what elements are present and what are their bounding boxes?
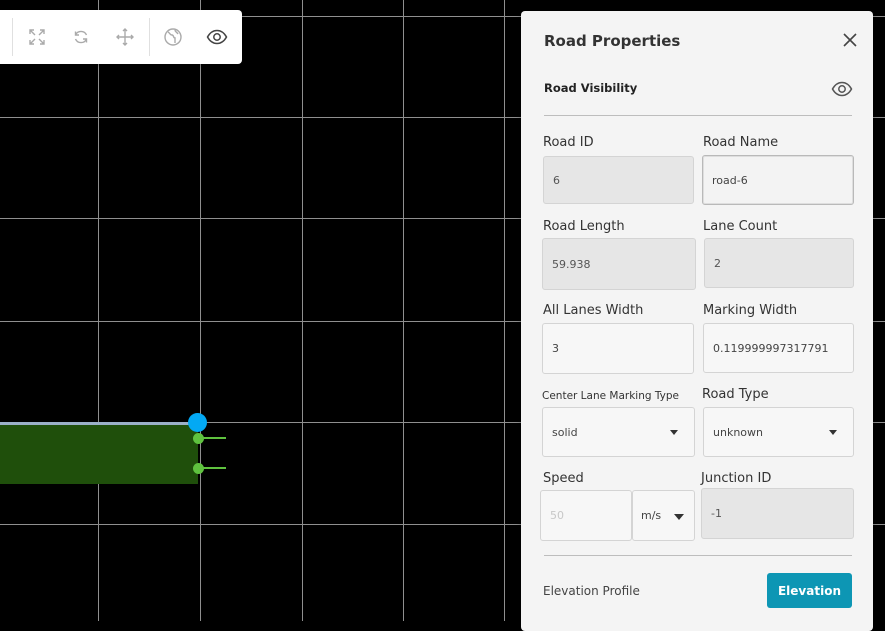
view-toolbar xyxy=(0,10,242,64)
rotate-icon xyxy=(74,30,88,44)
grid-line xyxy=(302,0,303,621)
center-lane-marking-type-select[interactable]: solid xyxy=(542,407,695,457)
move-icon xyxy=(116,28,134,46)
lane-count-field: 2 xyxy=(704,238,854,288)
grid-line xyxy=(403,0,404,621)
speed-input[interactable]: 50 xyxy=(540,490,632,541)
speed-unit-select[interactable]: m/s xyxy=(632,490,695,541)
eye-icon[interactable] xyxy=(831,81,853,97)
close-button[interactable] xyxy=(839,29,861,51)
visibility-toggle-button[interactable] xyxy=(195,15,239,59)
road-properties-panel: Road Properties Road Visibility Road ID … xyxy=(521,11,873,631)
toolbar-divider xyxy=(149,18,150,56)
marking-width-label: Marking Width xyxy=(703,303,798,318)
elevation-button[interactable]: Elevation xyxy=(767,573,852,608)
grid-line xyxy=(200,0,201,621)
road-segment[interactable] xyxy=(0,424,198,484)
road-reference-line xyxy=(0,422,198,425)
lane-node[interactable] xyxy=(193,463,204,474)
divider xyxy=(544,555,852,556)
road-type-label: Road Type xyxy=(702,387,769,402)
fit-screen-icon xyxy=(29,29,45,45)
lane-node[interactable] xyxy=(193,433,204,444)
road-visibility-label: Road Visibility xyxy=(544,81,638,95)
all-lanes-width-label: All Lanes Width xyxy=(543,303,644,318)
move-button[interactable] xyxy=(103,15,147,59)
fit-screen-button[interactable] xyxy=(15,15,59,59)
eye-icon xyxy=(206,29,228,45)
grid-line xyxy=(504,0,505,621)
road-end-control-point[interactable] xyxy=(188,413,207,432)
junction-id-field: -1 xyxy=(701,488,854,539)
speed-label: Speed xyxy=(543,471,584,486)
panel-title: Road Properties xyxy=(544,32,681,50)
chevron-down-icon xyxy=(829,430,837,435)
road-type-value: unknown xyxy=(713,425,763,439)
road-length-label: Road Length xyxy=(543,219,625,234)
toolbar-divider xyxy=(12,18,13,56)
marking-width-input[interactable]: 0.119999997317791 xyxy=(703,323,854,373)
divider xyxy=(544,115,852,116)
lane-count-label: Lane Count xyxy=(703,219,778,234)
elevation-profile-label: Elevation Profile xyxy=(543,584,640,598)
road-type-select[interactable]: unknown xyxy=(703,407,854,457)
road-length-field: 59.938 xyxy=(542,238,696,290)
road-id-label: Road ID xyxy=(543,135,594,150)
road-id-field: 6 xyxy=(543,156,694,204)
globe-button[interactable] xyxy=(151,15,195,59)
close-icon xyxy=(843,33,857,47)
center-lane-marking-type-value: solid xyxy=(552,425,578,439)
speed-unit-value: m/s xyxy=(641,509,662,522)
road-name-input[interactable]: road-6 xyxy=(702,155,854,205)
chevron-down-icon xyxy=(670,430,678,435)
center-lane-marking-type-label: Center Lane Marking Type xyxy=(542,390,679,402)
chevron-down-icon xyxy=(674,513,684,520)
junction-id-label: Junction ID xyxy=(701,471,772,486)
rotate-button[interactable] xyxy=(59,15,103,59)
globe-icon xyxy=(164,28,182,46)
all-lanes-width-input[interactable]: 3 xyxy=(542,323,694,374)
road-name-label: Road Name xyxy=(703,135,779,150)
grid-line xyxy=(98,0,99,621)
